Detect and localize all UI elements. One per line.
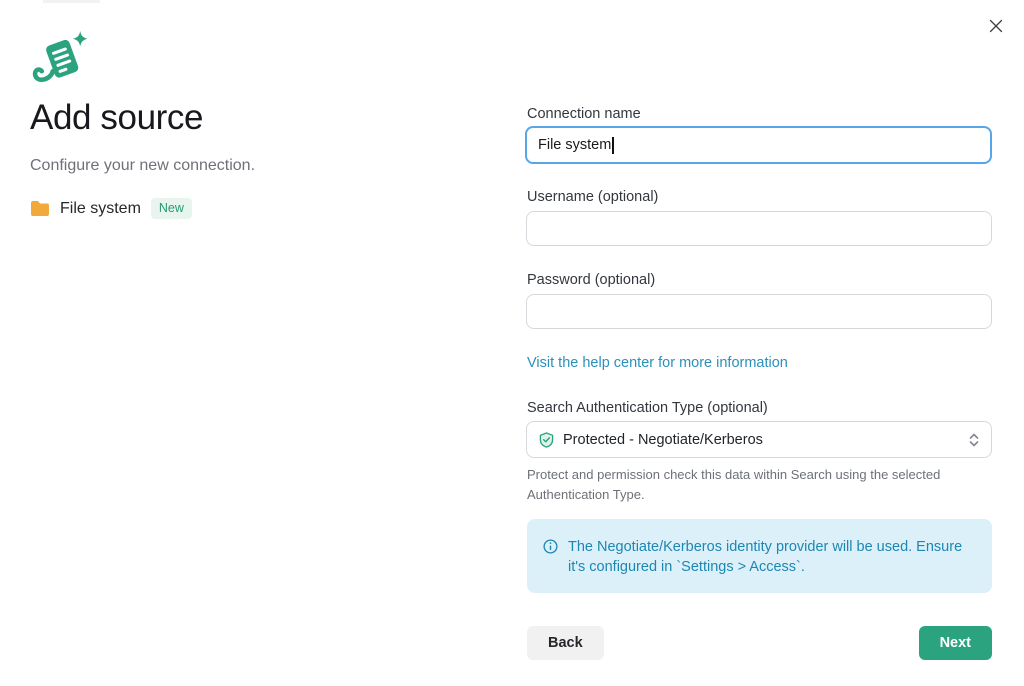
auth-type-selected-value: Protected - Negotiate/Kerberos (563, 432, 969, 448)
auth-type-label: Search Authentication Type (optional) (527, 400, 768, 416)
new-badge: New (151, 198, 192, 219)
username-input[interactable] (526, 211, 992, 246)
clipped-top-element (43, 0, 100, 3)
connection-name-input[interactable]: File system (525, 126, 992, 164)
username-label: Username (optional) (527, 189, 658, 205)
shield-check-icon (539, 432, 554, 448)
info-icon (543, 539, 558, 554)
connection-name-label: Connection name (527, 106, 641, 122)
brand-logo-icon (29, 30, 93, 90)
page-title: Add source (30, 98, 203, 138)
help-center-link[interactable]: Visit the help center for more informati… (527, 355, 788, 371)
close-icon (989, 19, 1003, 33)
source-name: File system (60, 200, 141, 218)
close-button[interactable] (986, 16, 1006, 36)
next-button[interactable]: Next (919, 626, 992, 660)
connection-name-value: File system (538, 137, 611, 153)
selected-source-row: File system New (30, 198, 192, 219)
folder-icon (30, 200, 50, 217)
add-source-modal: Add source Configure your new connection… (0, 0, 1024, 686)
auth-type-select[interactable]: Protected - Negotiate/Kerberos (526, 421, 992, 458)
auth-type-helper-text: Protect and permission check this data w… (527, 465, 979, 505)
info-alert-text: The Negotiate/Kerberos identity provider… (568, 537, 976, 577)
text-cursor (612, 137, 614, 154)
page-subtitle: Configure your new connection. (30, 157, 255, 175)
chevron-up-down-icon (969, 432, 979, 448)
back-button[interactable]: Back (527, 626, 604, 660)
password-input[interactable] (526, 294, 992, 329)
info-alert: The Negotiate/Kerberos identity provider… (527, 519, 992, 593)
password-label: Password (optional) (527, 272, 655, 288)
